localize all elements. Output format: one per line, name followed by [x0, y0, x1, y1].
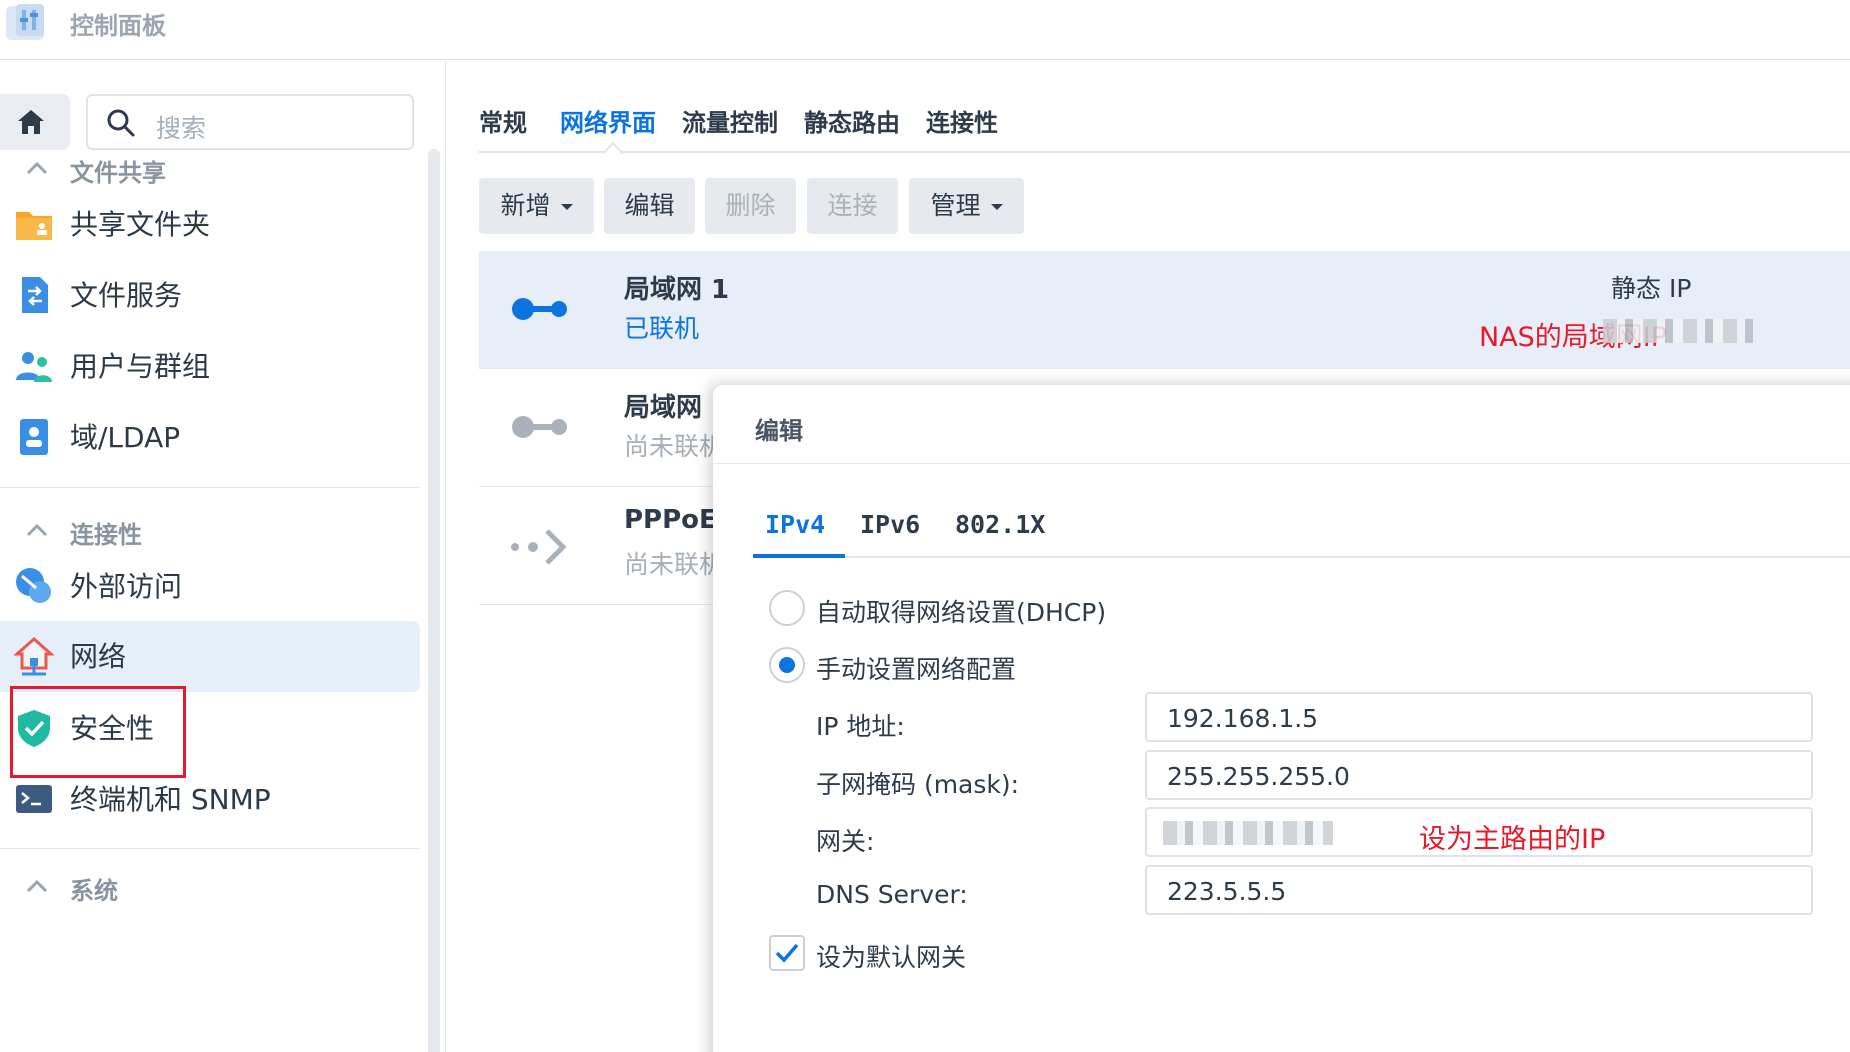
interface-status: 尚未联机 — [624, 550, 725, 579]
section-system[interactable]: 系统 — [0, 869, 420, 909]
title-bar: 控制面板 — [0, 0, 1850, 60]
section-label: 系统 — [70, 877, 118, 905]
sidebar-item-file-services[interactable]: 文件服务 — [0, 254, 420, 336]
home-button[interactable] — [0, 94, 70, 150]
section-divider — [0, 848, 420, 849]
blurred-ip-value — [1603, 319, 1753, 343]
interface-ip-type: 静态 IP — [1611, 274, 1692, 303]
interface-status: 尚未联机 — [624, 432, 725, 461]
edit-dialog: 编辑 IPv4 IPv6 802.1X 自动取得网络设置(DHCP) 手动设置网… — [713, 385, 1850, 1052]
interface-status: 已联机 — [624, 314, 700, 343]
chevron-up-icon — [26, 879, 48, 893]
control-panel-app-icon — [6, 4, 44, 40]
interface-name: 局域网 1 — [624, 275, 730, 305]
dns-server-label: DNS Server: — [816, 880, 968, 909]
sidebar-item-network[interactable]: 网络 — [0, 621, 420, 692]
active-tab-underline — [753, 554, 845, 558]
tab-connectivity[interactable]: 连接性 — [926, 103, 998, 138]
home-icon — [18, 110, 44, 134]
pppoe-icon — [511, 529, 567, 565]
sidebar-item-label: 外部访问 — [70, 570, 183, 603]
dns-server-value: 223.5.5.5 — [1167, 877, 1287, 906]
sidebar-item-label: 网络 — [70, 640, 127, 673]
add-label: 新增 — [500, 191, 551, 220]
dialog-title: 编辑 — [755, 417, 803, 445]
external-access-icon — [16, 568, 51, 603]
sidebar-item-external-access[interactable]: 外部访问 — [0, 545, 420, 627]
sidebar-item-label: 文件服务 — [70, 279, 183, 312]
domain-ldap-icon — [20, 419, 48, 455]
subnet-mask-input[interactable]: 255.255.255.0 — [1145, 750, 1813, 800]
gateway-label: 网关: — [816, 827, 875, 856]
connect-button[interactable]: 连接 — [807, 178, 898, 234]
tab-traffic-control[interactable]: 流量控制 — [682, 103, 778, 138]
dialog-tab-bar: IPv4 IPv6 802.1X — [753, 500, 1850, 558]
terminal-icon — [16, 785, 52, 813]
edit-label: 编辑 — [624, 191, 675, 220]
search-icon — [107, 109, 135, 137]
manage-button[interactable]: 管理 — [909, 178, 1024, 234]
dropdown-caret-icon — [990, 204, 1003, 210]
default-gateway-checkbox[interactable] — [769, 935, 805, 971]
sidebar: 搜索 文件共享 共享文件夹 文件服务 用户与群组 域/LDAP 连接性 外部访问… — [0, 61, 446, 1052]
sidebar-item-label: 终端机和 SNMP — [70, 783, 271, 816]
manual-option-label: 手动设置网络配置 — [816, 655, 1017, 684]
file-services-icon — [22, 277, 48, 313]
default-gateway-label: 设为默认网关 — [816, 943, 967, 972]
annotation-gateway: 设为主路由的IP — [1419, 824, 1606, 855]
ip-address-value: 192.168.1.5 — [1167, 704, 1319, 733]
dhcp-option-label: 自动取得网络设置(DHCP) — [816, 598, 1107, 627]
tab-network-interface[interactable]: 网络界面 — [560, 103, 656, 138]
section-divider — [0, 487, 420, 488]
gateway-input[interactable]: 设为主路由的IP — [1145, 807, 1813, 857]
interface-row-lan1[interactable]: 局域网 1 已联机 静态 IP NAS的局域网IP — [479, 251, 1850, 369]
checkmark-icon — [775, 943, 799, 963]
shared-folder-icon — [16, 212, 52, 240]
tab-ipv4[interactable]: IPv4 — [765, 510, 825, 539]
app-title: 控制面板 — [70, 12, 166, 40]
dhcp-radio[interactable] — [769, 590, 805, 626]
connect-label: 连接 — [827, 191, 878, 220]
add-button[interactable]: 新增 — [479, 178, 594, 234]
highlight-annotation-box — [10, 686, 186, 778]
tab-ipv6[interactable]: IPv6 — [860, 510, 920, 539]
sidebar-item-label: 用户与群组 — [70, 350, 211, 383]
dialog-divider — [713, 463, 1850, 464]
subnet-mask-value: 255.255.255.0 — [1167, 762, 1350, 791]
search-placeholder: 搜索 — [156, 114, 207, 143]
tab-bar: 常规 网络界面 流量控制 静态路由 连接性 — [479, 91, 1850, 154]
tab-8021x[interactable]: 802.1X — [955, 510, 1045, 539]
subnet-mask-label: 子网掩码 (mask): — [816, 770, 1020, 799]
manage-label: 管理 — [930, 191, 981, 220]
manual-config-radio[interactable] — [769, 647, 805, 683]
blurred-gateway-value — [1163, 821, 1333, 845]
lan-connected-icon — [512, 298, 567, 320]
sidebar-item-label: 共享文件夹 — [70, 208, 211, 241]
interface-name: PPPoE — [624, 505, 717, 535]
sidebar-item-label: 域/LDAP — [70, 421, 181, 454]
search-input[interactable]: 搜索 — [86, 94, 414, 150]
lan-disconnected-icon — [512, 416, 567, 438]
sidebar-item-users-groups[interactable]: 用户与群组 — [0, 325, 420, 407]
delete-label: 删除 — [725, 191, 776, 220]
dropdown-caret-icon — [560, 204, 573, 210]
active-tab-indicator — [603, 141, 623, 154]
sidebar-scrollbar[interactable] — [428, 149, 440, 1052]
ip-address-input[interactable]: 192.168.1.5 — [1145, 692, 1813, 742]
edit-button[interactable]: 编辑 — [604, 178, 695, 234]
chevron-up-icon — [26, 523, 48, 537]
delete-button[interactable]: 删除 — [705, 178, 796, 234]
sidebar-item-domain-ldap[interactable]: 域/LDAP — [0, 396, 420, 478]
ip-address-label: IP 地址: — [816, 712, 905, 741]
tab-general[interactable]: 常规 — [479, 103, 527, 138]
dns-server-input[interactable]: 223.5.5.5 — [1145, 865, 1813, 915]
chevron-up-icon — [26, 161, 48, 175]
sidebar-item-shared-folder[interactable]: 共享文件夹 — [0, 183, 420, 265]
tab-static-route[interactable]: 静态路由 — [804, 103, 900, 138]
users-groups-icon — [16, 352, 52, 382]
network-icon — [14, 636, 54, 676]
